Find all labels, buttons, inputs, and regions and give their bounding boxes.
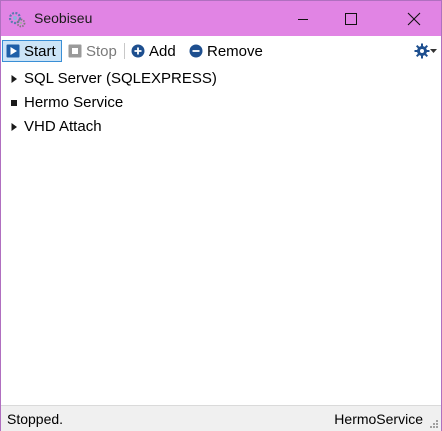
service-label: VHD Attach xyxy=(24,118,102,135)
stopped-square-icon xyxy=(11,100,17,106)
close-button[interactable] xyxy=(391,1,437,36)
gears-icon xyxy=(8,11,26,28)
service-label: Hermo Service xyxy=(24,94,124,111)
selected-service-name: HermoService xyxy=(334,411,423,427)
maximize-icon xyxy=(345,12,357,25)
status-bar: Stopped. HermoService xyxy=(1,405,441,431)
toolbar-separator xyxy=(124,43,125,59)
stop-button[interactable]: Stop xyxy=(65,40,121,62)
toolbar: Start Stop Add Remove xyxy=(1,37,441,65)
settings-menu-button[interactable] xyxy=(414,40,440,62)
service-item-hermo-service[interactable]: Hermo Service xyxy=(1,91,441,115)
minimize-icon xyxy=(298,18,308,20)
title-bar[interactable]: Seobiseu xyxy=(1,1,441,36)
minus-circle-icon xyxy=(189,44,203,58)
close-icon xyxy=(407,12,421,25)
expand-triangle-icon xyxy=(11,75,17,83)
stop-label: Stop xyxy=(86,42,117,60)
plus-circle-icon xyxy=(131,44,145,58)
add-button[interactable]: Add xyxy=(128,40,182,62)
play-icon xyxy=(6,44,20,58)
start-label: Start xyxy=(24,42,56,60)
app-window: Seobiseu Start Stop Add Remove SQL Serve… xyxy=(0,0,442,431)
gear-icon xyxy=(414,43,430,59)
stop-icon xyxy=(68,44,82,58)
service-label: SQL Server (SQLEXPRESS) xyxy=(24,70,217,87)
start-button[interactable]: Start xyxy=(2,40,62,62)
maximize-button[interactable] xyxy=(328,1,374,36)
remove-label: Remove xyxy=(207,42,263,60)
add-label: Add xyxy=(149,42,176,60)
status-text: Stopped. xyxy=(7,411,64,427)
expand-triangle-icon xyxy=(11,123,17,131)
minimize-button[interactable] xyxy=(280,1,326,36)
resize-grip-icon[interactable] xyxy=(429,419,439,429)
service-item-vhd-attach[interactable]: VHD Attach xyxy=(1,115,441,139)
window-title: Seobiseu xyxy=(34,10,93,26)
service-item-sql-server[interactable]: SQL Server (SQLEXPRESS) xyxy=(1,67,441,91)
service-list: SQL Server (SQLEXPRESS) Hermo Service VH… xyxy=(1,67,441,139)
chevron-down-icon xyxy=(430,48,437,53)
remove-button[interactable]: Remove xyxy=(186,40,268,62)
